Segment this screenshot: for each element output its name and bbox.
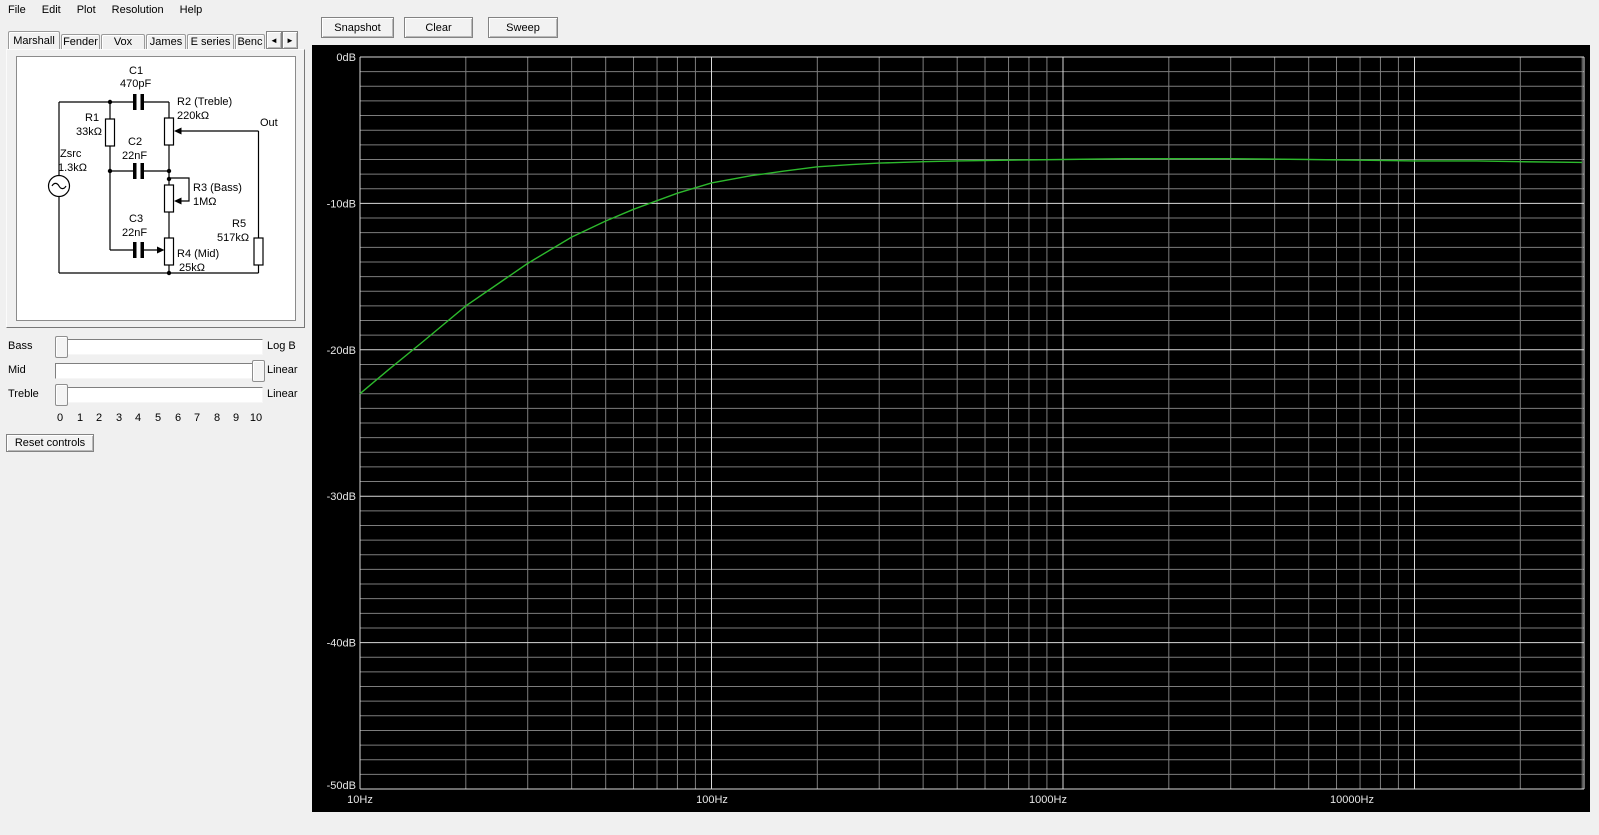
slider-scale-label-treble: Linear: [267, 388, 298, 400]
slider-tick-label: 0: [56, 412, 64, 424]
component-label-c1: C1: [129, 65, 144, 77]
y-axis-tick-label: -30dB: [327, 491, 356, 503]
component-label-1-3k: 1.3kΩ: [58, 162, 88, 174]
component-label-c2: C2: [128, 136, 143, 148]
reset-controls-button[interactable]: Reset controls: [6, 434, 94, 452]
component-label-220k: 220kΩ: [177, 110, 210, 122]
slider-track-mid[interactable]: [55, 363, 263, 379]
menu-bar: File Edit Plot Resolution Help: [0, 0, 1599, 20]
menu-item-file[interactable]: File: [0, 1, 34, 20]
tab-james[interactable]: James: [146, 34, 186, 49]
component-label-22nf: 22nF: [122, 150, 148, 162]
snapshot-button[interactable]: Snapshot: [321, 17, 394, 38]
component-label-1m: 1MΩ: [193, 196, 217, 208]
slider-tick-label: 1: [76, 412, 84, 424]
component-label-22nf: 22nF: [122, 227, 148, 239]
menu-item-plot[interactable]: Plot: [69, 1, 104, 20]
tab-label: E series: [190, 36, 231, 48]
slider-thumb-treble[interactable]: [55, 384, 68, 406]
tab-label: Fender: [63, 36, 98, 48]
frequency-response-plot: 0dB -10dB -20dB -30dB -40dB -50dB 10Hz 100Hz 100…: [312, 45, 1590, 812]
component-label-r5: R5: [232, 218, 247, 230]
circuit-diagram-panel: C1 470pF R2 (Treble) 220kΩ R1 33kΩ C2 22nF Zsrc 1…: [16, 56, 296, 321]
tab-label: Benc: [237, 36, 263, 48]
component-label-r1: R1: [85, 112, 100, 124]
x-axis-tick-label: 100Hz: [696, 794, 728, 806]
slider-thumb-mid[interactable]: [252, 360, 265, 382]
component-label-out: Out: [260, 117, 278, 129]
component-label-r2-treble: R2 (Treble): [177, 96, 233, 108]
component-label-33k: 33kΩ: [76, 126, 102, 138]
menu-item-resolution[interactable]: Resolution: [104, 1, 172, 20]
tab-scroll-right-button[interactable]: ►: [282, 31, 298, 49]
slider-tick-label: 8: [213, 412, 221, 424]
app-window: File Edit Plot Resolution Help Snapshot Clea…: [0, 0, 1599, 835]
clear-button[interactable]: Clear: [404, 17, 473, 38]
tab-scroll-left-button[interactable]: ◄: [266, 31, 282, 49]
tab-vox[interactable]: Vox: [101, 34, 145, 49]
slider-label-mid: Mid: [8, 364, 26, 376]
slider-label-bass: Bass: [8, 340, 33, 352]
slider-track-bass[interactable]: [55, 339, 263, 355]
tab-label: Vox: [113, 36, 133, 48]
slider-tick-label: 9: [232, 412, 240, 424]
sweep-button[interactable]: Sweep: [488, 17, 558, 38]
slider-tick-label: 3: [115, 412, 123, 424]
x-axis-tick-label: 10Hz: [347, 794, 373, 806]
component-label-r4-mid: R4 (Mid): [177, 248, 220, 260]
slider-label-treble: Treble: [8, 388, 39, 400]
slider-track-treble[interactable]: [55, 387, 263, 403]
slider-tick-label: 6: [174, 412, 182, 424]
x-axis-tick-label: 10000Hz: [1330, 794, 1374, 806]
slider-tick-label: 10: [249, 412, 263, 424]
slider-tick-label: 4: [134, 412, 142, 424]
tab-label: James: [149, 36, 183, 48]
y-axis-tick-label: -20dB: [327, 345, 356, 357]
tab-label: Marshall: [13, 34, 55, 47]
menu-item-help[interactable]: Help: [172, 1, 211, 20]
y-axis-tick-label: -10dB: [327, 198, 356, 210]
component-label-c3: C3: [129, 213, 144, 225]
tab-marshall[interactable]: Marshall: [8, 31, 60, 49]
component-label-470pf: 470pF: [120, 78, 152, 90]
slider-tick-label: 2: [95, 412, 103, 424]
component-label-517k: 517kΩ: [217, 232, 250, 244]
slider-scale-label-bass: Log B: [267, 340, 296, 352]
tab-e-series[interactable]: E series: [187, 34, 234, 49]
chevron-left-icon: ◄: [270, 35, 278, 45]
tab-benc[interactable]: Benc: [235, 34, 265, 49]
y-axis-tick-label: 0dB: [336, 52, 356, 64]
component-label-r3-bass: R3 (Bass): [193, 182, 242, 194]
tone-stack-tabs: Marshall Fender Vox James E series Benc: [8, 31, 266, 49]
tab-fender[interactable]: Fender: [61, 34, 100, 49]
y-axis-tick-label: -40dB: [327, 638, 356, 650]
slider-tick-label: 5: [154, 412, 162, 424]
slider-scale-label-mid: Linear: [267, 364, 298, 376]
x-axis-tick-label: 1000Hz: [1029, 794, 1067, 806]
component-label-25k: 25kΩ: [179, 262, 205, 274]
slider-tick-label: 7: [193, 412, 201, 424]
chevron-right-icon: ►: [286, 35, 294, 45]
circuit-diagram: [47, 94, 264, 276]
slider-thumb-bass[interactable]: [55, 336, 68, 358]
y-axis-tick-label: -50dB: [327, 780, 356, 792]
component-label-zsrc: Zsrc: [60, 148, 82, 160]
menu-item-edit[interactable]: Edit: [34, 1, 69, 20]
